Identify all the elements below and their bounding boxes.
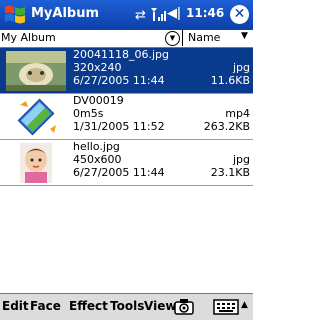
album-dropdown[interactable]: My Album ▼ [1,30,180,46]
file-type: jpg [232,153,250,166]
file-date: 1/31/2005 11:52 [73,120,165,133]
volume-icon[interactable]: ◀ǀ [167,6,181,21]
menu-view[interactable]: View [144,299,176,313]
menu-tools[interactable]: Tools [110,299,144,313]
chevron-down-circle-icon[interactable]: ▼ [165,31,180,46]
sort-dropdown[interactable]: Name ▼ [182,30,253,46]
title-bar: MyAlbum ⇄ ◀ǀ 11:46 ✕ [0,0,253,30]
filter-toolbar: My Album ▼ Name ▼ [0,30,253,48]
list-item[interactable]: DV00019 0m5s 1/31/2005 11:52 mp4 263.2KB [0,94,253,139]
file-date: 6/27/2005 11:44 [73,74,165,87]
menu-bar: Edit Face Effect Tools View ▲ [0,293,253,320]
album-dropdown-label: My Album [1,31,56,44]
windows-start-icon[interactable] [2,2,28,28]
keyboard-icon[interactable] [213,298,241,316]
file-dimensions: 450x600 [73,153,122,166]
file-date: 6/27/2005 11:44 [73,166,165,179]
triangle-down-icon[interactable]: ▼ [241,31,248,41]
signal-icon [151,8,166,21]
file-size: 11.6KB [210,74,250,87]
photo-thumbnail-baby [20,143,52,183]
file-name: 20041118_06.jpg [73,48,170,61]
file-size: 263.2KB [203,120,250,133]
file-type: mp4 [225,107,250,120]
camera-icon[interactable] [174,297,194,317]
sync-icon: ⇄ [135,8,146,23]
sip-up-arrow-icon[interactable]: ▲ [241,300,248,310]
device-screen: MyAlbum ⇄ ◀ǀ 11:46 ✕ My Album ▼ Name ▼ 2… [0,0,253,320]
row-divider [0,185,253,186]
app-title: MyAlbum [31,6,100,21]
photo-thumbnail-cat [6,51,66,91]
file-name: DV00019 [73,94,124,107]
video-file-icon [17,98,56,136]
file-size: 23.1KB [210,166,250,179]
menu-effect[interactable]: Effect [69,299,108,313]
file-list: 20041118_06.jpg 320x240 6/27/2005 11:44 … [0,48,253,293]
menu-face[interactable]: Face [30,299,61,313]
menu-edit[interactable]: Edit [2,299,29,313]
file-name: hello.jpg [73,140,120,153]
close-button[interactable]: ✕ [230,5,249,24]
sort-dropdown-label: Name [188,31,221,44]
file-dimensions: 320x240 [73,61,122,74]
file-duration: 0m5s [73,107,104,120]
file-type: jpg [232,61,250,74]
clock[interactable]: 11:46 [186,6,224,20]
list-item[interactable]: hello.jpg 450x600 6/27/2005 11:44 jpg 23… [0,140,253,185]
list-item[interactable]: 20041118_06.jpg 320x240 6/27/2005 11:44 … [0,48,253,93]
